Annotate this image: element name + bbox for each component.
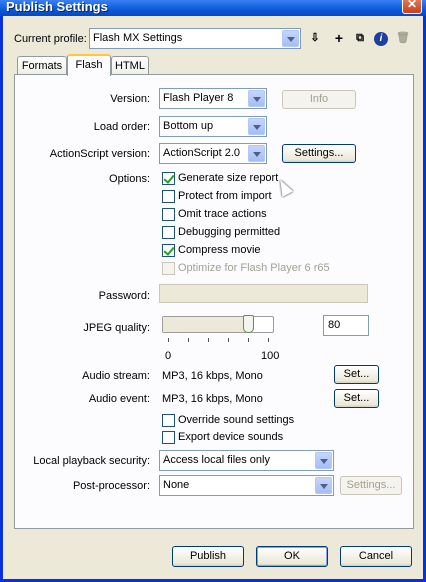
- version-label: Version:: [110, 93, 150, 105]
- current-profile-label: Current profile:: [14, 33, 87, 45]
- close-button[interactable]: ✕: [402, 0, 422, 14]
- post-processor-settings-button[interactable]: Settings...: [340, 476, 402, 495]
- chevron-down-icon: [248, 118, 265, 135]
- current-profile-dropdown[interactable]: Flash MX Settings: [89, 28, 301, 49]
- jpeg-slider-min-label: 0: [165, 350, 172, 362]
- slider-tick: [248, 338, 249, 342]
- window-title: Publish Settings: [6, 0, 108, 14]
- generate-size-report-checkbox[interactable]: [162, 172, 175, 185]
- jpeg-quality-label: JPEG quality:: [83, 322, 150, 334]
- add-profile-icon[interactable]: +: [329, 28, 349, 48]
- current-profile-value: Flash MX Settings: [93, 32, 183, 44]
- slider-tick: [208, 338, 209, 342]
- version-value: Flash Player 8: [163, 92, 234, 104]
- override-sound-settings-checkbox[interactable]: [162, 414, 175, 427]
- audio-event-set-button[interactable]: Set...: [334, 389, 379, 408]
- export-device-sounds-checkbox[interactable]: [162, 431, 175, 444]
- password-label: Password:: [98, 290, 150, 302]
- jpeg-quality-slider-thumb[interactable]: [243, 315, 254, 333]
- actionscript-version-label: ActionScript version:: [49, 148, 150, 160]
- local-playback-security-dropdown[interactable]: Access local files only: [159, 450, 334, 471]
- chevron-down-icon: [282, 30, 299, 47]
- post-processor-label: Post-processor:: [72, 480, 150, 492]
- debugging-permitted-label: Debugging permitted: [178, 226, 281, 238]
- export-device-sounds-label: Export device sounds: [178, 431, 284, 443]
- override-sound-settings-label: Override sound settings: [178, 414, 295, 426]
- protect-from-import-checkbox[interactable]: [162, 190, 175, 203]
- chevron-down-icon: [248, 145, 265, 162]
- omit-trace-actions-checkbox[interactable]: [162, 208, 175, 221]
- options-label: Options:: [109, 173, 150, 185]
- jpeg-quality-value: 80: [328, 319, 341, 331]
- post-processor-value: None: [163, 479, 190, 491]
- slider-tick: [268, 338, 269, 342]
- publish-settings-window: Publish Settings ✕ Current profile: Flas…: [0, 0, 426, 582]
- chevron-down-icon: [248, 90, 265, 107]
- audio-stream-set-button[interactable]: Set...: [334, 365, 379, 384]
- tab-flash[interactable]: Flash: [67, 54, 111, 76]
- load-order-dropdown[interactable]: Bottom up: [159, 116, 267, 137]
- audio-event-value: MP3, 16 kbps, Mono: [162, 393, 263, 405]
- info-button[interactable]: Info: [282, 90, 356, 109]
- optimize-flash-player-6-label: Optimize for Flash Player 6 r65: [178, 262, 330, 274]
- actionscript-settings-button[interactable]: Settings...: [282, 144, 356, 163]
- chevron-down-icon: [315, 477, 332, 494]
- load-order-value: Bottom up: [163, 120, 214, 132]
- compress-movie-label: Compress movie: [178, 244, 261, 256]
- jpeg-quality-slider[interactable]: [162, 316, 274, 333]
- profile-info-icon[interactable]: i: [374, 32, 388, 46]
- password-field[interactable]: [159, 284, 368, 303]
- local-playback-security-value: Access local files only: [163, 454, 270, 466]
- actionscript-version-value: ActionScript 2.0: [163, 147, 241, 159]
- omit-trace-actions-label: Omit trace actions: [178, 208, 267, 220]
- tab-formats[interactable]: Formats: [17, 56, 67, 76]
- debugging-permitted-checkbox[interactable]: [162, 226, 175, 239]
- optimize-flash-player-6-checkbox[interactable]: [162, 262, 175, 275]
- jpeg-slider-max-label: 100: [261, 350, 280, 362]
- duplicate-profile-icon[interactable]: ⧉: [350, 28, 370, 48]
- audio-stream-value: MP3, 16 kbps, Mono: [162, 370, 263, 382]
- version-dropdown[interactable]: Flash Player 8: [159, 88, 267, 109]
- tab-html[interactable]: HTML: [111, 56, 149, 76]
- post-processor-dropdown[interactable]: None: [159, 475, 334, 496]
- actionscript-version-dropdown[interactable]: ActionScript 2.0: [159, 143, 267, 164]
- chevron-down-icon: [315, 452, 332, 469]
- ok-button[interactable]: OK: [256, 546, 328, 567]
- import-export-icon[interactable]: ⇩: [305, 28, 325, 48]
- delete-profile-icon[interactable]: 🗑: [393, 28, 413, 48]
- jpeg-quality-slider-fill: [163, 317, 251, 332]
- load-order-label: Load order:: [93, 121, 150, 133]
- protect-from-import-label: Protect from import: [178, 190, 272, 202]
- jpeg-quality-input[interactable]: 80: [323, 315, 369, 336]
- cancel-button[interactable]: Cancel: [340, 546, 412, 567]
- publish-button[interactable]: Publish: [172, 546, 244, 567]
- compress-movie-checkbox[interactable]: [162, 244, 175, 257]
- title-bar[interactable]: Publish Settings ✕: [0, 0, 426, 16]
- slider-tick: [228, 338, 229, 342]
- slider-tick: [188, 338, 189, 342]
- audio-stream-label: Audio stream:: [82, 370, 150, 382]
- local-playback-security-label: Local playback security:: [33, 455, 150, 467]
- slider-tick: [168, 338, 169, 342]
- audio-event-label: Audio event:: [88, 393, 150, 405]
- generate-size-report-label: Generate size report: [178, 172, 279, 184]
